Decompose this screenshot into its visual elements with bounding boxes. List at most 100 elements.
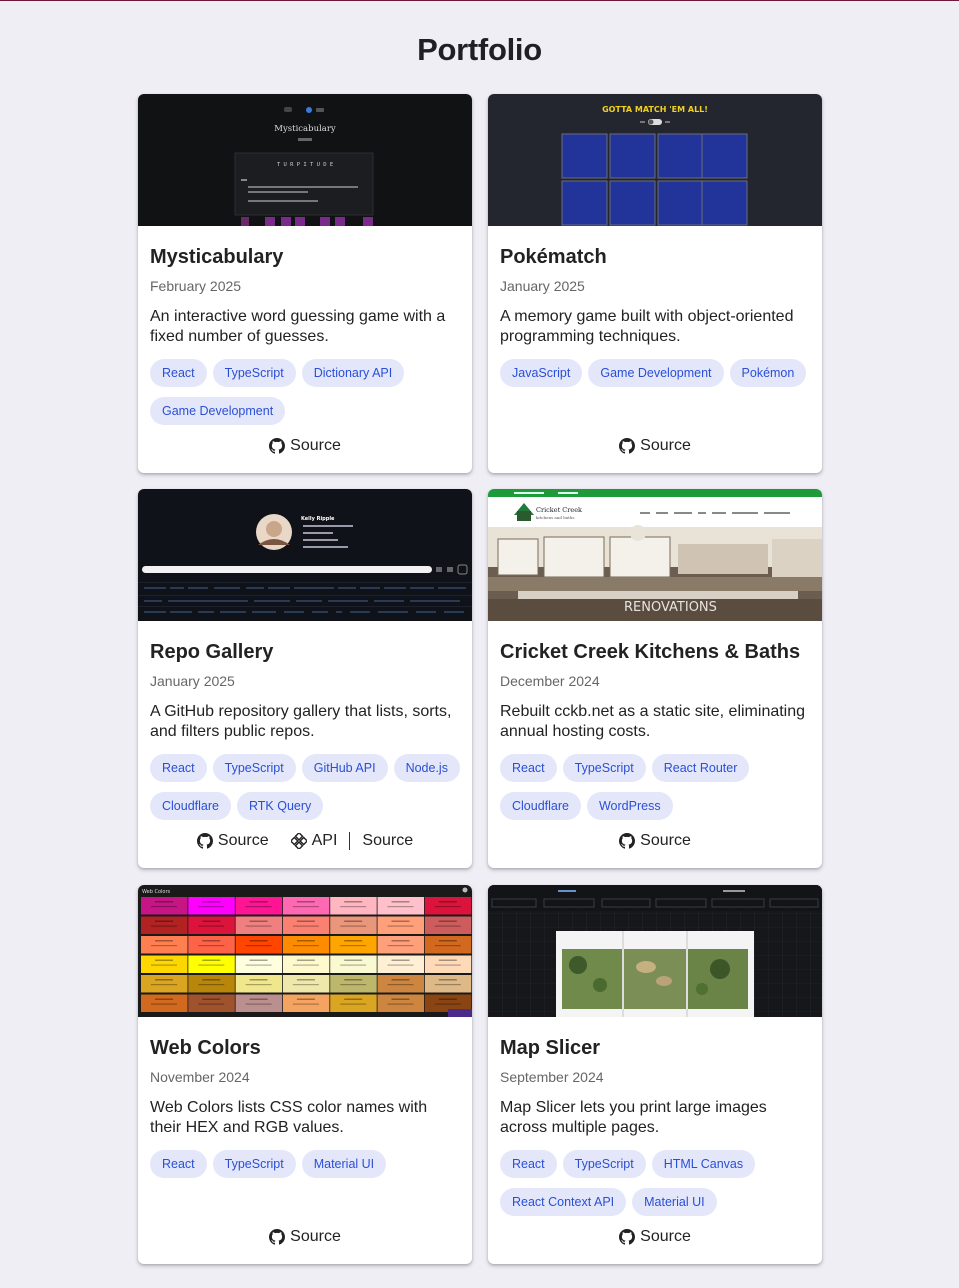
project-title: Web Colors (150, 1037, 261, 1059)
tag-list: React TypeScript Material UI (150, 1150, 466, 1178)
color-swatch-label (249, 901, 268, 903)
source-link-label: Source (640, 832, 691, 849)
source-link[interactable]: Source (619, 437, 691, 455)
project-screenshot[interactable]: Mysticabulary T U R P I T U D E (138, 94, 472, 226)
source-link[interactable]: Source (196, 832, 269, 850)
source-link-label: Source (217, 832, 269, 849)
color-swatch-label (245, 964, 272, 966)
color-swatch (235, 897, 283, 915)
color-swatch (448, 1009, 472, 1017)
tag: HTML Canvas (651, 1150, 756, 1178)
project-title: Repo Gallery (150, 641, 274, 663)
color-swatch-label (434, 964, 461, 966)
tag: Node.js (393, 754, 460, 782)
color-swatch-label (296, 979, 315, 981)
thumb-brand: Cricket Creek (536, 506, 582, 514)
color-swatch (282, 955, 330, 973)
project-description: Web Colors lists CSS color names with th… (150, 1099, 428, 1136)
tag: React (150, 1150, 207, 1178)
tag-list: React TypeScript GitHub API Node.js Clou… (150, 754, 466, 820)
project-description: Map Slicer lets you print large images a… (500, 1099, 767, 1136)
project-description: Rebuilt cckb.net as a static site, elimi… (500, 703, 806, 740)
project-date: September 2024 (500, 1069, 604, 1085)
color-swatch-label (155, 901, 173, 903)
project-title: Map Slicer (500, 1037, 601, 1059)
color-swatch-label (245, 925, 272, 927)
tag: React (150, 754, 207, 782)
color-swatch (282, 916, 330, 934)
color-swatch (188, 975, 235, 993)
color-swatch (188, 994, 235, 1012)
project-card-pokematch: GOTTA MATCH 'EM ALL! Pokématch January 2… (488, 94, 822, 473)
github-icon (269, 438, 286, 454)
color-swatch (235, 975, 283, 993)
tag-list: React TypeScript Dictionary API Game Dev… (150, 359, 466, 425)
color-swatch-label (202, 901, 221, 903)
color-swatch (424, 897, 472, 915)
color-swatch-label (292, 984, 319, 986)
color-swatch (188, 916, 235, 934)
color-swatch (377, 897, 424, 915)
color-swatch (235, 936, 283, 954)
color-swatch (377, 916, 424, 934)
project-links: Source (138, 1228, 472, 1246)
project-links: Source (138, 437, 472, 455)
color-swatch-label (344, 979, 363, 981)
color-swatch-label (391, 959, 410, 961)
project-description: A GitHub repository gallery that lists, … (150, 703, 452, 740)
color-swatch-label (292, 925, 319, 927)
tag: WordPress (586, 792, 673, 820)
source-link[interactable]: Source (269, 437, 341, 455)
color-swatch-label (198, 906, 225, 908)
project-screenshot[interactable] (488, 885, 822, 1017)
color-swatch-label (198, 925, 225, 927)
color-swatch-label (438, 979, 457, 981)
project-date: February 2025 (150, 278, 242, 294)
color-swatch-label (391, 901, 410, 903)
color-swatch (330, 975, 377, 993)
tag: Cloudflare (150, 792, 231, 820)
color-swatch (141, 936, 188, 954)
project-screenshot[interactable]: Cricket Creek kitchens and baths RENOVAT… (488, 489, 822, 621)
color-swatch (188, 936, 235, 954)
color-swatch (282, 936, 330, 954)
color-swatch (330, 936, 377, 954)
color-swatch (141, 916, 188, 934)
color-swatch-label (198, 984, 225, 986)
color-swatch-label (296, 940, 315, 942)
api-source-link[interactable]: Source (362, 832, 413, 850)
color-swatch-label (155, 979, 173, 981)
color-swatch-label (438, 940, 457, 942)
project-screenshot[interactable]: GOTTA MATCH 'EM ALL! (488, 94, 822, 226)
tag: TypeScript (212, 359, 296, 387)
color-swatch-label (245, 984, 272, 986)
color-swatch-label (296, 959, 315, 961)
color-swatch-label (249, 920, 268, 922)
color-swatch-label (340, 964, 367, 966)
color-swatch-label (387, 945, 414, 947)
color-swatch-label (438, 920, 457, 922)
color-swatch-label (340, 1003, 367, 1005)
color-swatch (188, 897, 235, 915)
project-screenshot[interactable]: Kelly Ripple (138, 489, 472, 621)
color-swatch (377, 955, 424, 973)
source-link[interactable]: Source (619, 832, 691, 850)
source-link[interactable]: Source (619, 1228, 691, 1246)
color-swatch-label (340, 984, 367, 986)
source-link[interactable]: Source (269, 1228, 341, 1246)
color-swatch (330, 955, 377, 973)
color-swatch-label (438, 901, 457, 903)
color-swatch-label (155, 940, 173, 942)
github-icon (269, 1229, 286, 1245)
project-screenshot[interactable]: Web Colors (138, 885, 472, 1017)
color-swatch-label (155, 998, 173, 1000)
color-swatch (282, 975, 330, 993)
tag: Material UI (632, 1188, 717, 1216)
color-swatch-label (434, 984, 461, 986)
color-swatch-label (296, 901, 315, 903)
color-swatch (424, 936, 472, 954)
api-link[interactable]: API (290, 832, 337, 850)
github-icon (619, 833, 636, 849)
project-links: Source (488, 832, 822, 850)
color-swatch (282, 897, 330, 915)
